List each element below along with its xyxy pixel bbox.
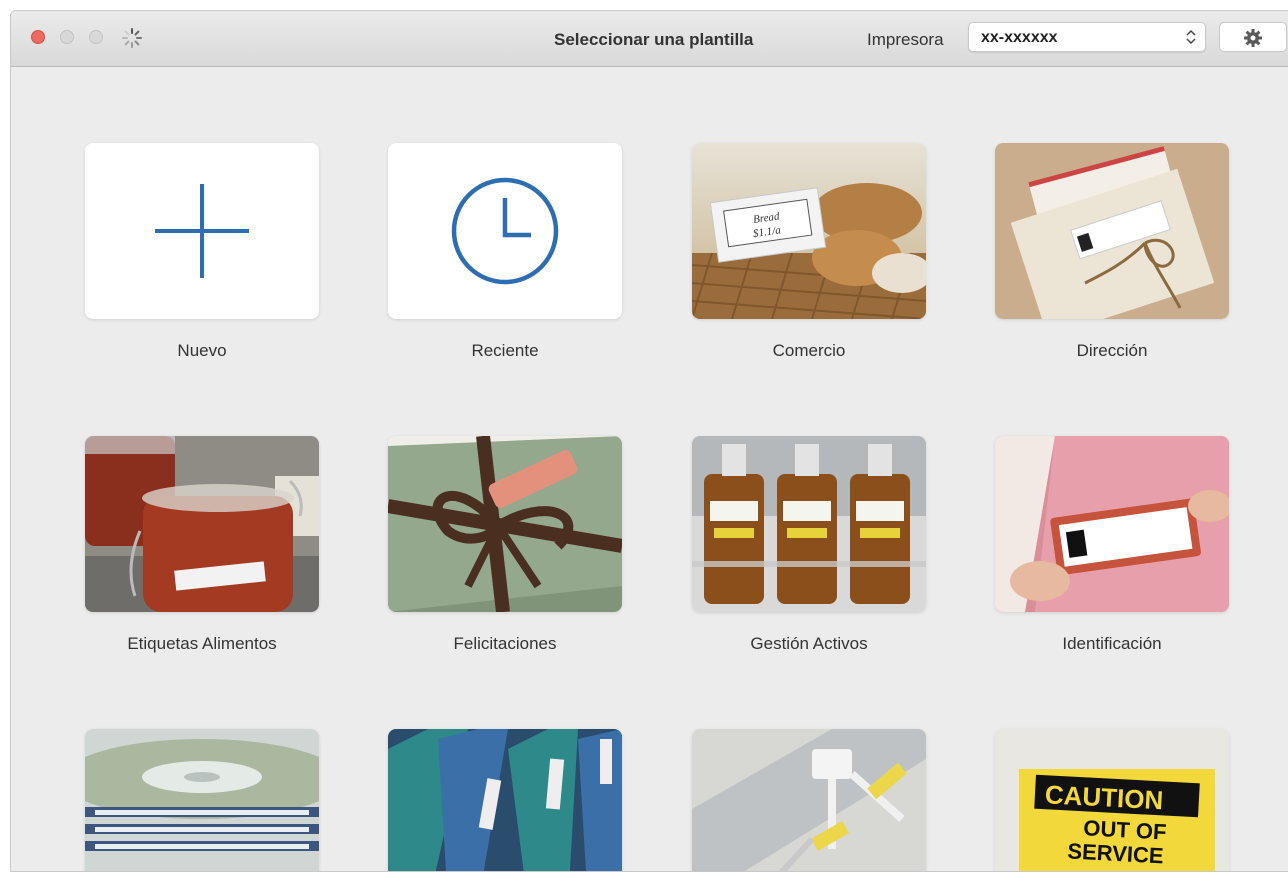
title-bar: Seleccionar una plantilla Impresora xx-x… [11,11,1288,67]
template-direccion[interactable] [995,143,1229,319]
template-label: Identificación [1062,634,1162,653]
gear-icon [1244,29,1262,47]
close-button[interactable] [31,30,45,44]
template-label: Comercio [772,341,846,360]
template-cables[interactable] [692,729,926,871]
template-etiquetas-alimentos[interactable] [85,436,319,612]
printer-label: Impresora [867,30,944,49]
printer-select[interactable]: xx-xxxxxx [968,22,1206,52]
amber-bottles-image [692,436,926,612]
template-reciente[interactable] [388,143,622,319]
loading-spinner-icon [122,28,142,48]
cables-image [692,729,926,871]
template-label: Gestión Activos [750,634,868,653]
template-felicitaciones[interactable] [388,436,622,612]
cd-stack-image [85,729,319,871]
minimize-button[interactable] [60,30,74,44]
plus-icon [155,184,249,278]
template-label: Etiquetas Alimentos [127,634,277,653]
template-comercio[interactable]: Bread $1.1/a [692,143,926,319]
template-nuevo[interactable] [85,143,319,319]
bread-basket-image: Bread $1.1/a [692,143,926,319]
template-window: Seleccionar una plantilla Impresora xx-x… [10,10,1288,872]
zoom-button[interactable] [89,30,103,44]
name-badge-image [995,436,1229,612]
envelopes-image [995,143,1229,319]
binders-image [388,729,622,871]
template-identificacion[interactable] [995,436,1229,612]
gift-box-image [388,436,622,612]
printer-select-value: xx-xxxxxx [981,29,1058,46]
template-label: Reciente [471,341,539,360]
template-binders[interactable] [388,729,622,871]
sign-text: CAUTION [1044,779,1164,815]
window-title: Seleccionar una plantilla [554,30,754,49]
jam-jars-image [85,436,319,612]
template-cd[interactable] [85,729,319,871]
template-label: Felicitaciones [453,634,557,653]
template-label: Nuevo [177,341,227,360]
chevron-up-down-icon [1186,29,1196,45]
caution-sign-image: CAUTION OUT OF SERVICE [995,729,1229,871]
settings-button[interactable] [1219,22,1287,52]
template-gestion-activos[interactable] [692,436,926,612]
sign-text: SERVICE [1067,838,1164,868]
template-caution[interactable]: CAUTION OUT OF SERVICE [995,729,1229,871]
clock-icon [451,177,559,285]
template-label: Dirección [1076,341,1148,360]
